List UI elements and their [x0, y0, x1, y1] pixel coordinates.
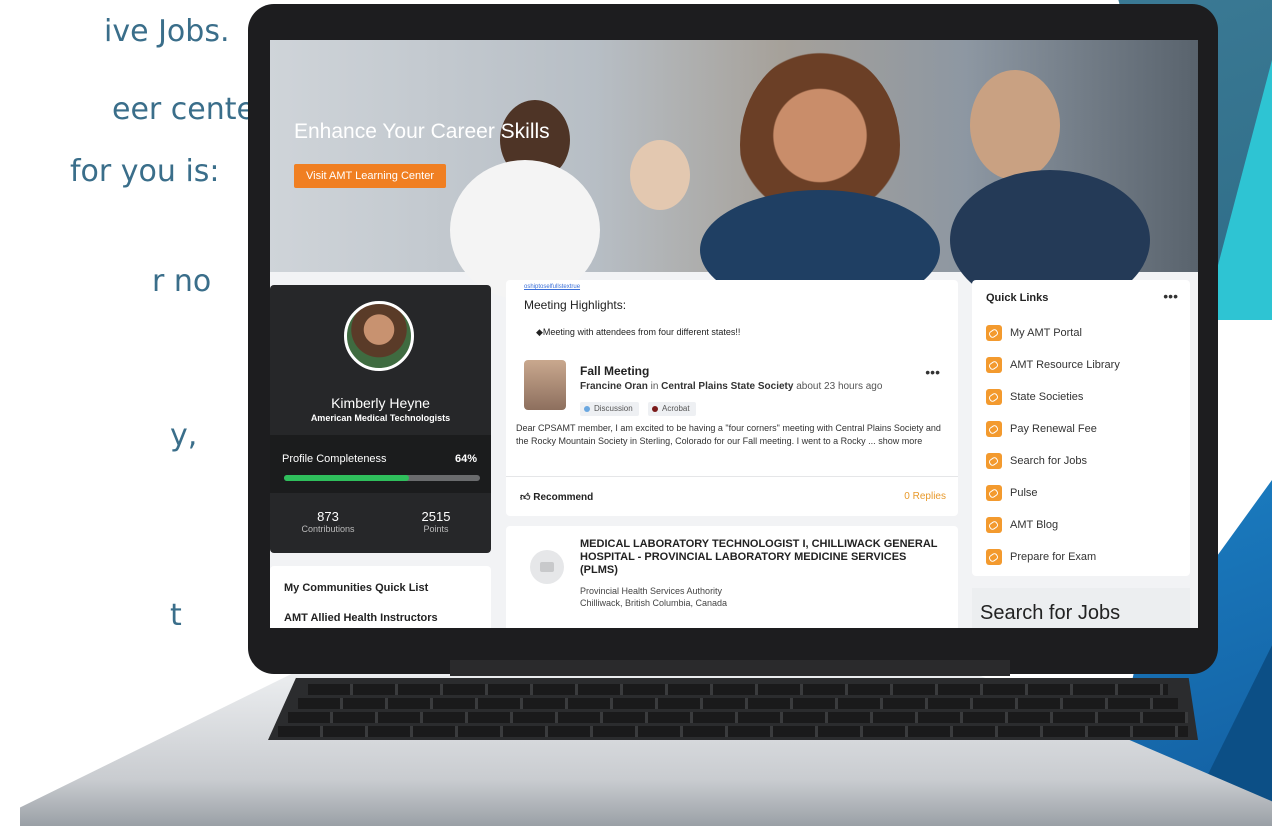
quick-link-state-societies[interactable]: State Societies	[986, 388, 1083, 406]
post-community[interactable]: Central Plains State Society	[661, 381, 793, 392]
hero-photo-coat	[450, 160, 600, 300]
quick-link-label: Pulse	[1010, 487, 1038, 499]
quick-link-label: AMT Resource Library	[1010, 359, 1120, 371]
profile-completeness-label: Profile Completeness	[282, 453, 387, 465]
recommend-label: Recommend	[533, 492, 594, 503]
post-time: about 23 hours ago	[796, 381, 883, 392]
laptop-screen: Enhance Your Career Skills Visit AMT Lea…	[270, 40, 1198, 628]
link-icon	[986, 325, 1002, 341]
hero-photo-man-right	[970, 70, 1060, 180]
tag-discussion-label: Discussion	[594, 404, 633, 413]
job-location: Chilliwack, British Columbia, Canada	[580, 598, 728, 608]
search-jobs-card: Search for Jobs	[972, 588, 1190, 628]
tag-acrobat[interactable]: Acrobat	[648, 402, 696, 416]
job-organization: Provincial Health Services Authority	[580, 586, 723, 596]
briefcase-icon	[530, 550, 564, 584]
profile-organization: American Medical Technologists	[310, 413, 451, 423]
link-icon	[986, 549, 1002, 565]
post-title[interactable]: Fall Meeting	[580, 364, 649, 378]
profile-completeness-bar	[284, 475, 480, 481]
job-post-card: MEDICAL LABORATORY TECHNOLOGIST I, CHILL…	[506, 526, 958, 628]
quick-links-card: Quick Links ••• My AMT Portal AMT Resour…	[972, 280, 1190, 576]
side-text-line-5: y,	[170, 418, 198, 453]
side-text-line-4: r no	[152, 264, 212, 299]
post-more-options-icon[interactable]: •••	[925, 364, 940, 380]
profile-name[interactable]: Kimberly Heyne	[270, 395, 491, 411]
quick-link-label: State Societies	[1010, 391, 1084, 403]
quick-link-amt-blog[interactable]: AMT Blog	[986, 516, 1058, 534]
side-text-line-2: eer center	[112, 92, 268, 127]
hero-title: Enhance Your Career Skills	[294, 120, 550, 143]
laptop-hinge	[450, 660, 1010, 676]
hero-banner: Enhance Your Career Skills Visit AMT Lea…	[270, 40, 1198, 310]
visit-learning-center-button[interactable]: Visit AMT Learning Center	[294, 164, 446, 188]
contributions-value: 873	[317, 509, 339, 524]
quick-links-title: Quick Links	[986, 292, 1049, 304]
communities-title: My Communities Quick List	[284, 582, 429, 594]
job-title[interactable]: MEDICAL LABORATORY TECHNOLOGIST I, CHILL…	[580, 538, 940, 577]
quick-link-label: Search for Jobs	[1010, 455, 1088, 467]
replies-link[interactable]: 0 Replies	[904, 491, 946, 502]
link-icon	[986, 485, 1002, 501]
thumbs-up-icon: 👍︎	[520, 492, 534, 503]
search-jobs-title: Search for Jobs	[980, 602, 1121, 624]
meeting-highlights-heading: Meeting Highlights:	[524, 298, 627, 312]
profile-card: Kimberly Heyne American Medical Technolo…	[270, 285, 491, 553]
post-body: Dear CPSAMT member, I am excited to be h…	[516, 422, 946, 448]
quick-link-pay-renewal-fee[interactable]: Pay Renewal Fee	[986, 420, 1097, 438]
communities-quick-list: My Communities Quick List AMT Allied Hea…	[270, 566, 491, 628]
post-author[interactable]: Francine Oran	[580, 381, 648, 392]
tag-acrobat-label: Acrobat	[662, 404, 690, 413]
show-more-link[interactable]: show more	[878, 436, 922, 446]
profile-completeness-value: 64%	[454, 453, 477, 465]
side-text-line-6: t	[170, 598, 182, 633]
link-icon	[986, 453, 1002, 469]
points-stat[interactable]: 2515 Points	[396, 509, 476, 534]
quick-link-label: Pay Renewal Fee	[1010, 423, 1097, 435]
link-icon	[986, 357, 1002, 373]
quick-link-label: My AMT Portal	[1010, 327, 1082, 339]
contributions-label: Contributions	[301, 524, 355, 534]
marketing-slide: ive Jobs. eer center for you is: r no y,…	[0, 0, 1272, 826]
meeting-highlights-bullet: ◆Meeting with attendees from four differ…	[536, 327, 741, 337]
link-icon	[986, 389, 1002, 405]
hero-photo-blonde	[630, 140, 690, 210]
tag-discussion[interactable]: Discussion	[580, 402, 639, 416]
link-icon	[986, 517, 1002, 533]
post-link[interactable]: oshiptoselfullstextrue	[524, 284, 580, 290]
side-text-line-1: ive Jobs.	[104, 14, 230, 49]
quick-links-more-icon[interactable]: •••	[1163, 288, 1178, 304]
side-text-line-3: for you is:	[70, 154, 220, 189]
contributions-stat[interactable]: 873 Contributions	[288, 509, 368, 534]
quick-link-label: Prepare for Exam	[1010, 551, 1097, 563]
community-link[interactable]: AMT Allied Health Instructors	[284, 612, 438, 624]
quick-link-label: AMT Blog	[1010, 519, 1059, 531]
laptop-keyboard	[268, 678, 1198, 740]
quick-link-search-for-jobs[interactable]: Search for Jobs	[986, 452, 1087, 470]
discussion-post-card: oshiptoselfullstextrue Meeting Highlight…	[506, 280, 958, 516]
post-meta: Francine Oran in Central Plains State So…	[580, 381, 882, 392]
link-icon	[986, 421, 1002, 437]
quick-link-prepare-for-exam[interactable]: Prepare for Exam	[986, 548, 1096, 566]
quick-link-pulse[interactable]: Pulse	[986, 484, 1038, 502]
avatar[interactable]	[344, 301, 414, 371]
post-in-word: in	[650, 381, 659, 392]
recommend-button[interactable]: 👍︎ Recommend	[520, 491, 593, 503]
post-author-avatar[interactable]	[524, 360, 566, 410]
quick-link-resource-library[interactable]: AMT Resource Library	[986, 356, 1120, 374]
quick-link-my-amt-portal[interactable]: My AMT Portal	[986, 324, 1082, 342]
post-divider	[506, 476, 958, 477]
points-value: 2515	[421, 509, 451, 524]
profile-completeness-fill	[284, 475, 410, 481]
points-label: Points	[423, 524, 449, 534]
